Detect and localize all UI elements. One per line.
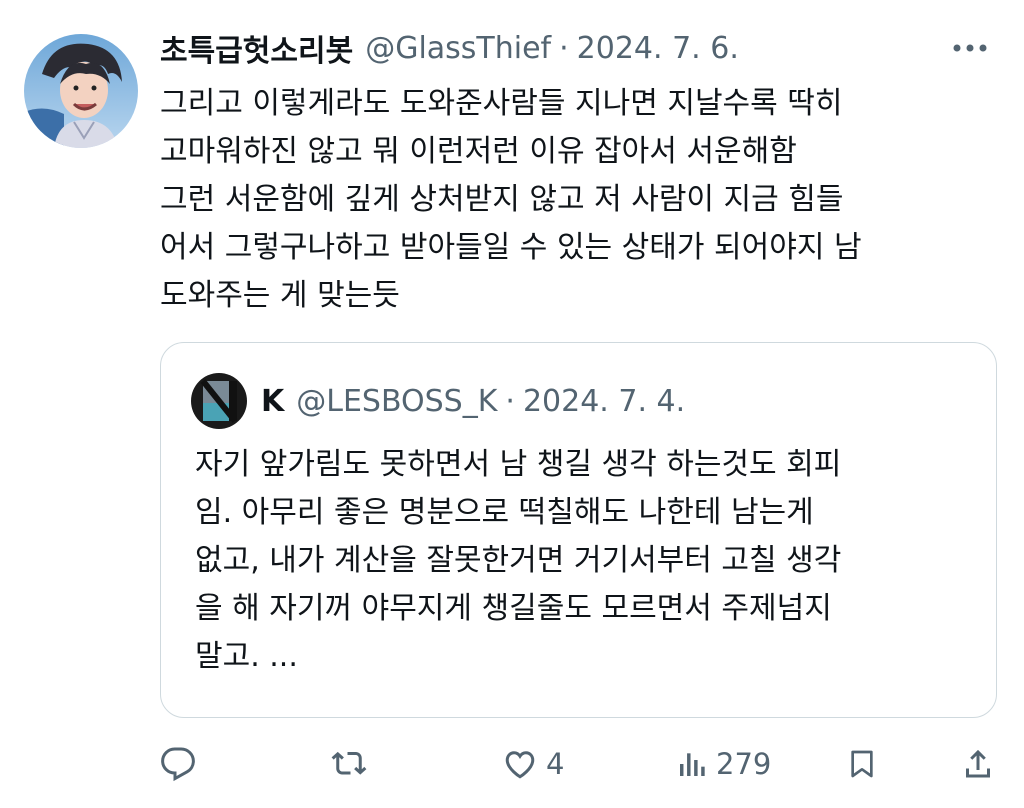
author-avatar[interactable] <box>24 34 138 148</box>
like-button[interactable]: 4 <box>502 738 564 790</box>
reply-button[interactable] <box>160 738 196 790</box>
share-icon <box>966 749 990 778</box>
more-options-button[interactable] <box>950 28 990 68</box>
tweet-date[interactable]: 2024. 7. 6. <box>577 31 739 66</box>
author-display-name[interactable]: 초특급헛소리봇 <box>160 26 353 70</box>
like-count: 4 <box>546 747 565 781</box>
tweet-action-bar: 4 279 <box>0 738 1024 790</box>
author-handle[interactable]: @GlassThief <box>365 31 551 66</box>
bookmark-button[interactable] <box>846 738 878 790</box>
share-button[interactable] <box>960 738 996 790</box>
quoted-tweet[interactable]: K @LESBOSS_K · 2024. 7. 4. 자기 앞가림도 못하면서 … <box>160 342 997 718</box>
views-button[interactable]: 279 <box>676 738 771 790</box>
retweet-icon <box>331 751 367 775</box>
quoted-author-avatar <box>191 373 247 429</box>
quoted-tweet-text: 자기 앞가림도 못하면서 남 챙길 생각 하는것도 회피 임. 아무리 좋은 명… <box>195 447 842 674</box>
tweet: 초특급헛소리봇 @GlassThief · 2024. 7. 6. 그리고 이렇… <box>160 20 1000 320</box>
quoted-author-handle: @LESBOSS_K <box>296 383 498 419</box>
quoted-avatar-illustration <box>191 373 247 429</box>
quoted-tweet-header: K @LESBOSS_K · 2024. 7. 4. <box>191 373 685 429</box>
views-count: 279 <box>716 747 772 781</box>
quoted-tweet-date: 2024. 7. 4. <box>522 383 686 419</box>
separator-dot: · <box>559 30 569 66</box>
retweet-button[interactable] <box>330 738 368 790</box>
heart-icon <box>505 751 535 779</box>
quoted-author-display-name: K <box>261 383 285 419</box>
bookmark-icon <box>851 750 873 778</box>
reply-icon <box>161 747 195 782</box>
more-icon <box>953 44 987 52</box>
tweet-header: 초특급헛소리봇 @GlassThief · 2024. 7. 6. <box>160 20 1000 76</box>
quoted-separator-dot: · <box>505 383 515 419</box>
views-icon <box>680 753 705 776</box>
tweet-text: 그리고 이렇게라도 도와준사람들 지나면 지날수록 딱히 고마워하진 않고 뭐 … <box>160 86 862 313</box>
avatar-illustration <box>24 34 138 148</box>
